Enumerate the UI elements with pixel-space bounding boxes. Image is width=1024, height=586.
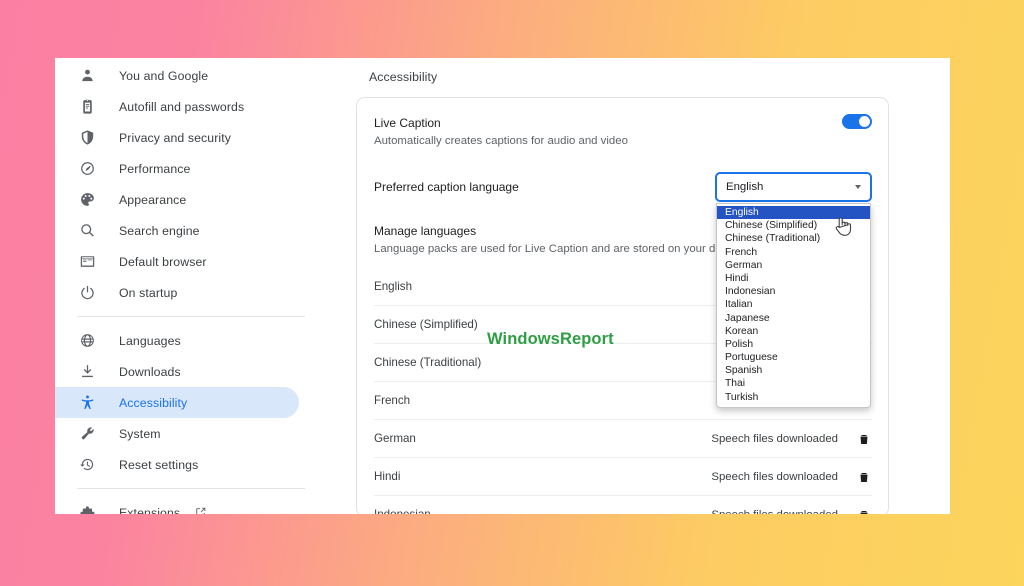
watermark: WindowsReport	[487, 330, 614, 348]
sidebar-item-privacy-and-security[interactable]: Privacy and security	[55, 122, 299, 153]
language-download-status: Speech files downloaded	[711, 509, 838, 515]
speedometer-icon	[77, 159, 97, 179]
preferred-caption-language-row: Preferred caption language English Engli…	[357, 172, 888, 408]
language-name: German	[374, 432, 416, 445]
person-icon	[77, 66, 97, 86]
dropdown-option[interactable]: Japanese	[717, 312, 870, 325]
sidebar-item-accessibility[interactable]: Accessibility	[55, 387, 299, 418]
delete-language-pack-icon[interactable]	[856, 507, 872, 514]
caption-language-dropdown[interactable]: English Chinese (Simplified) Chinese (Trad…	[716, 203, 871, 408]
language-row: Hindi Speech files downloaded	[374, 458, 872, 496]
browser-window-icon	[77, 252, 97, 272]
chevron-down-icon	[855, 185, 861, 189]
sidebar-item-label: Reset settings	[119, 457, 199, 472]
toggle-knob	[859, 116, 870, 127]
delete-language-pack-icon[interactable]	[856, 469, 872, 485]
sidebar-divider	[77, 316, 305, 317]
live-caption-subtitle: Automatically creates captions for audio…	[374, 135, 628, 147]
settings-sidebar: You and Google Autofill and passwords Priv…	[55, 58, 335, 514]
dropdown-option[interactable]: Thai	[717, 377, 870, 390]
search-icon	[77, 221, 97, 241]
dropdown-option[interactable]: Turkish	[717, 391, 870, 404]
puzzle-piece-icon	[77, 503, 97, 514]
sidebar-item-label: You and Google	[119, 68, 209, 83]
sidebar-item-system[interactable]: System	[55, 418, 299, 449]
caption-language-select-wrap: English English Chinese (Simplified) Chine…	[715, 172, 872, 408]
delete-language-pack-icon[interactable]	[856, 431, 872, 447]
history-restore-icon	[77, 455, 97, 475]
shield-icon	[77, 128, 97, 148]
language-download-status: Speech files downloaded	[711, 432, 838, 445]
sidebar-item-appearance[interactable]: Appearance	[55, 184, 299, 215]
live-caption-toggle[interactable]	[842, 114, 872, 129]
dropdown-option[interactable]: Polish	[717, 338, 870, 351]
sidebar-item-default-browser[interactable]: Default browser	[55, 246, 299, 277]
sidebar-item-label: Performance	[119, 161, 191, 176]
globe-icon	[77, 331, 97, 351]
language-name: Indonesian	[374, 508, 711, 514]
sidebar-item-downloads[interactable]: Downloads	[55, 356, 299, 387]
sidebar-item-label: Extensions	[119, 505, 181, 515]
external-link-icon[interactable]	[194, 506, 207, 514]
sidebar-item-autofill-and-passwords[interactable]: Autofill and passwords	[55, 91, 299, 122]
sidebar-item-on-startup[interactable]: On startup	[55, 277, 299, 308]
live-caption-title: Live Caption	[374, 116, 441, 130]
download-icon	[77, 362, 97, 382]
clipboard-icon	[77, 97, 97, 117]
sidebar-item-label: On startup	[119, 285, 178, 300]
dropdown-option[interactable]: Chinese (Traditional)	[717, 232, 870, 245]
settings-content: Accessibility Live Caption Automatically…	[335, 58, 950, 514]
dropdown-option[interactable]: Chinese (Simplified)	[717, 219, 870, 232]
sidebar-item-you-and-google[interactable]: You and Google	[55, 60, 299, 91]
caption-language-selected-value: English	[726, 181, 764, 193]
sidebar-item-extensions[interactable]: Extensions	[55, 497, 299, 514]
palette-icon	[77, 190, 97, 210]
live-caption-row: Live Caption Automatically creates capti…	[357, 98, 888, 150]
sidebar-item-label: Downloads	[119, 364, 181, 379]
sidebar-item-label: Languages	[119, 333, 181, 348]
power-icon	[77, 283, 97, 303]
dropdown-option[interactable]: Portuguese	[717, 351, 870, 364]
accessibility-icon	[77, 393, 97, 413]
sidebar-item-search-engine[interactable]: Search engine	[55, 215, 299, 246]
accessibility-settings-card: Live Caption Automatically creates capti…	[356, 97, 889, 514]
dropdown-option[interactable]: Korean	[717, 325, 870, 338]
caption-language-select[interactable]: English	[715, 172, 872, 202]
sidebar-item-label: Search engine	[119, 223, 200, 238]
page-title: Accessibility	[369, 70, 438, 84]
dropdown-option[interactable]: English	[717, 206, 870, 220]
sidebar-item-label: System	[119, 426, 161, 441]
preferred-caption-language-label: Preferred caption language	[374, 180, 519, 194]
sidebar-item-label: Accessibility	[119, 395, 188, 410]
language-name: Hindi	[374, 470, 401, 483]
sidebar-item-reset-settings[interactable]: Reset settings	[55, 449, 299, 480]
language-row: IndonesianSpeech files downloaded	[374, 496, 872, 514]
dropdown-option[interactable]: Italian	[717, 298, 870, 311]
dropdown-option[interactable]: French	[717, 246, 870, 259]
language-row: German Speech files downloaded	[374, 420, 872, 458]
dropdown-option[interactable]: Hindi	[717, 272, 870, 285]
dropdown-option[interactable]: Spanish	[717, 364, 870, 377]
dropdown-option[interactable]: German	[717, 259, 870, 272]
dropdown-option[interactable]: Indonesian	[717, 285, 870, 298]
sidebar-item-performance[interactable]: Performance	[55, 153, 299, 184]
sidebar-item-label: Autofill and passwords	[119, 99, 245, 114]
wrench-icon	[77, 424, 97, 444]
sidebar-item-languages[interactable]: Languages	[55, 325, 299, 356]
sidebar-item-label: Default browser	[119, 254, 207, 269]
browser-settings-window: You and Google Autofill and passwords Priv…	[55, 58, 950, 514]
sidebar-divider	[77, 488, 305, 489]
sidebar-item-label: Privacy and security	[119, 130, 232, 145]
language-download-status: Speech files downloaded	[711, 470, 838, 483]
sidebar-item-label: Appearance	[119, 192, 187, 207]
